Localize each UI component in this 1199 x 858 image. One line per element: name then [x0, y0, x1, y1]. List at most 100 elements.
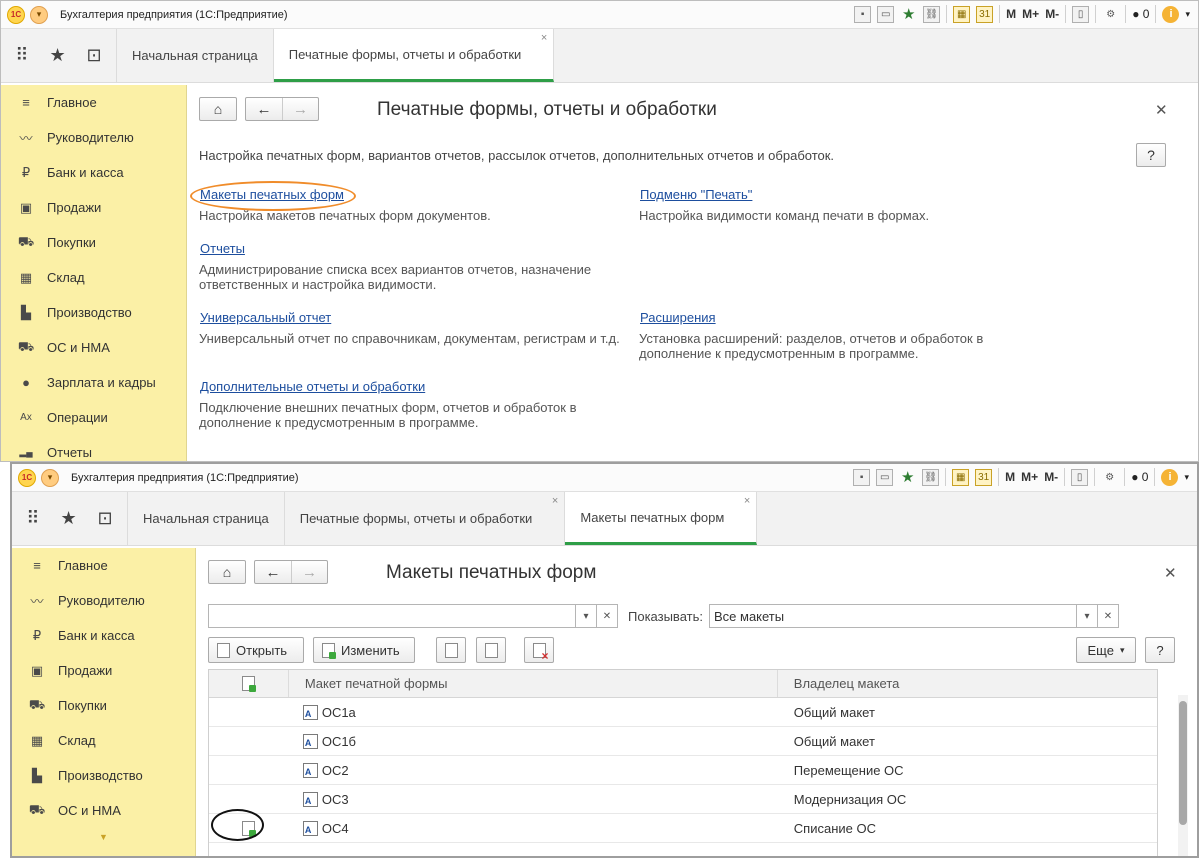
forward-arrow-icon[interactable]: → — [291, 561, 327, 583]
favorites-icon[interactable]: ★ — [899, 469, 916, 486]
scrollbar-thumb[interactable] — [1179, 701, 1187, 825]
column-changed[interactable] — [209, 670, 289, 697]
star-icon[interactable]: ★ — [60, 508, 76, 529]
tab-print-forms[interactable]: Печатные формы, отчеты и обработки × — [285, 492, 566, 545]
use-standard-button[interactable] — [476, 637, 506, 663]
save-icon[interactable]: ▪ — [853, 468, 871, 486]
settings-icon[interactable]: ⚙ — [1102, 6, 1119, 23]
info-chevron-icon[interactable]: ▾ — [1185, 9, 1190, 20]
history-icon[interactable]: ⊡ — [97, 508, 112, 529]
window-layout-icon[interactable]: ▯ — [1071, 468, 1089, 486]
users-icon[interactable]: ● 0 — [1132, 7, 1149, 21]
users-icon[interactable]: ● 0 — [1131, 470, 1148, 484]
open-button[interactable]: Открыть — [208, 637, 304, 663]
main-menu-icon[interactable]: ▾ — [30, 5, 48, 24]
table-row[interactable]: A ОС4 Списание ОС — [209, 814, 1157, 843]
tab-close-icon[interactable]: × — [744, 495, 750, 507]
help-button[interactable]: ? — [1145, 637, 1175, 663]
sidebar-item-sales[interactable]: ▣ Продажи — [12, 653, 195, 688]
info-icon[interactable]: i — [1161, 468, 1179, 486]
favorites-icon[interactable]: ★ — [900, 6, 917, 23]
show-dropdown-icon[interactable]: ▾ — [1076, 604, 1098, 628]
memory-button[interactable]: M — [1005, 470, 1015, 484]
calendar-icon[interactable]: 31 — [975, 468, 993, 486]
tab-print-templates[interactable]: Макеты печатных форм × — [565, 492, 758, 545]
sidebar-item-bank[interactable]: ₽ Банк и касса — [12, 618, 195, 653]
forward-arrow-icon[interactable]: → — [282, 98, 318, 120]
calendar-icon[interactable]: 31 — [976, 5, 994, 23]
table-row[interactable]: A ОС2 Перемещение ОС — [209, 756, 1157, 785]
calculator-icon[interactable]: ▦ — [952, 468, 970, 486]
sidebar-item-purchases[interactable]: ⛟ Покупки — [12, 688, 195, 723]
sidebar-item-warehouse[interactable]: ▦ Склад — [1, 260, 186, 295]
back-arrow-icon[interactable]: ← — [255, 561, 291, 583]
calculator-icon[interactable]: ▦ — [953, 5, 971, 23]
save-icon[interactable]: ▪ — [854, 5, 872, 23]
more-button[interactable]: Еще ▾ — [1076, 637, 1136, 663]
table-row[interactable]: A ОС3 Модернизация ОС — [209, 785, 1157, 814]
owner-filter-input[interactable] — [208, 604, 576, 628]
sidebar-item-assets[interactable]: ⛟ ОС и НМА — [12, 793, 195, 828]
link-universal-report[interactable]: Универсальный отчет — [200, 310, 331, 325]
window-layout-icon[interactable]: ▯ — [1072, 5, 1090, 23]
help-button[interactable]: ? — [1136, 143, 1166, 167]
sidebar-item-director[interactable]: 〰 Руководителю — [12, 583, 195, 618]
apps-grid-icon[interactable]: ⠿ — [15, 45, 28, 66]
show-clear-icon[interactable]: ✕ — [1097, 604, 1119, 628]
sidebar-item-main[interactable]: ≡ Главное — [1, 85, 186, 120]
back-arrow-icon[interactable]: ← — [246, 98, 282, 120]
sidebar-item-production[interactable]: ▙ Производство — [12, 758, 195, 793]
sidebar-item-main[interactable]: ≡ Главное — [12, 548, 195, 583]
memory-plus-button[interactable]: M+ — [1021, 470, 1038, 484]
sidebar-item-director[interactable]: 〰 Руководителю — [1, 120, 186, 155]
history-icon[interactable]: ⊡ — [86, 45, 101, 66]
sidebar-item-sales[interactable]: ▣ Продажи — [1, 190, 186, 225]
table-row[interactable]: A ОС1а Общий макет — [209, 698, 1157, 727]
memory-minus-button[interactable]: M- — [1045, 7, 1059, 21]
close-icon[interactable]: ✕ — [1164, 564, 1177, 582]
filter-dropdown-icon[interactable]: ▾ — [575, 604, 597, 628]
sidebar-item-warehouse[interactable]: ▦ Склад — [12, 723, 195, 758]
link-additional-reports[interactable]: Дополнительные отчеты и обработки — [200, 379, 425, 394]
main-menu-icon[interactable]: ▾ — [41, 468, 59, 487]
sidebar-item-assets[interactable]: ⛟ ОС и НМА — [1, 330, 186, 365]
tab-home[interactable]: Начальная страница — [128, 492, 285, 545]
home-button[interactable]: ⌂ — [208, 560, 246, 584]
column-owner[interactable]: Владелец макета — [778, 670, 1157, 697]
sidebar-item-production[interactable]: ▙ Производство — [1, 295, 186, 330]
home-button[interactable]: ⌂ — [199, 97, 237, 121]
sidebar-item-salary[interactable]: ● Зарплата и кадры — [1, 365, 186, 400]
link-extensions[interactable]: Расширения — [640, 310, 716, 325]
tab-print-forms[interactable]: Печатные формы, отчеты и обработки × — [273, 29, 555, 82]
link-icon[interactable]: ⛓ — [923, 5, 941, 23]
tab-close-icon[interactable]: × — [541, 32, 547, 44]
use-modified-button[interactable] — [436, 637, 466, 663]
delete-modified-button[interactable] — [524, 637, 554, 663]
table-scrollbar[interactable] — [1178, 695, 1188, 856]
close-icon[interactable]: ✕ — [1155, 101, 1168, 119]
column-template[interactable]: Макет печатной формы — [289, 670, 778, 697]
filter-clear-icon[interactable]: ✕ — [596, 604, 618, 628]
link-print-submenu[interactable]: Подменю "Печать" — [640, 187, 752, 202]
show-select[interactable]: Все макеты — [709, 604, 1087, 628]
sidebar-scroll-down-icon[interactable]: ▼ — [12, 832, 195, 842]
info-chevron-icon[interactable]: ▾ — [1184, 472, 1189, 483]
link-reports[interactable]: Отчеты — [200, 241, 245, 256]
sidebar-item-reports[interactable]: ▂▄ Отчеты — [1, 435, 186, 461]
link-print-templates[interactable]: Макеты печатных форм — [200, 187, 344, 202]
print-icon[interactable]: ▭ — [877, 5, 895, 23]
print-icon[interactable]: ▭ — [876, 468, 894, 486]
tab-home[interactable]: Начальная страница — [117, 29, 274, 82]
sidebar-item-bank[interactable]: ₽ Банк и касса — [1, 155, 186, 190]
sidebar-item-purchases[interactable]: ⛟ Покупки — [1, 225, 186, 260]
sidebar-item-operations[interactable]: Ax Операции — [1, 400, 186, 435]
apps-grid-icon[interactable]: ⠿ — [26, 508, 39, 529]
link-icon[interactable]: ⛓ — [922, 468, 940, 486]
memory-minus-button[interactable]: M- — [1044, 470, 1058, 484]
settings-icon[interactable]: ⚙ — [1101, 469, 1118, 486]
memory-plus-button[interactable]: M+ — [1022, 7, 1039, 21]
tab-close-icon[interactable]: × — [552, 495, 558, 507]
info-icon[interactable]: i — [1162, 5, 1180, 23]
table-row[interactable]: A ОС1б Общий макет — [209, 727, 1157, 756]
edit-button[interactable]: Изменить — [313, 637, 415, 663]
